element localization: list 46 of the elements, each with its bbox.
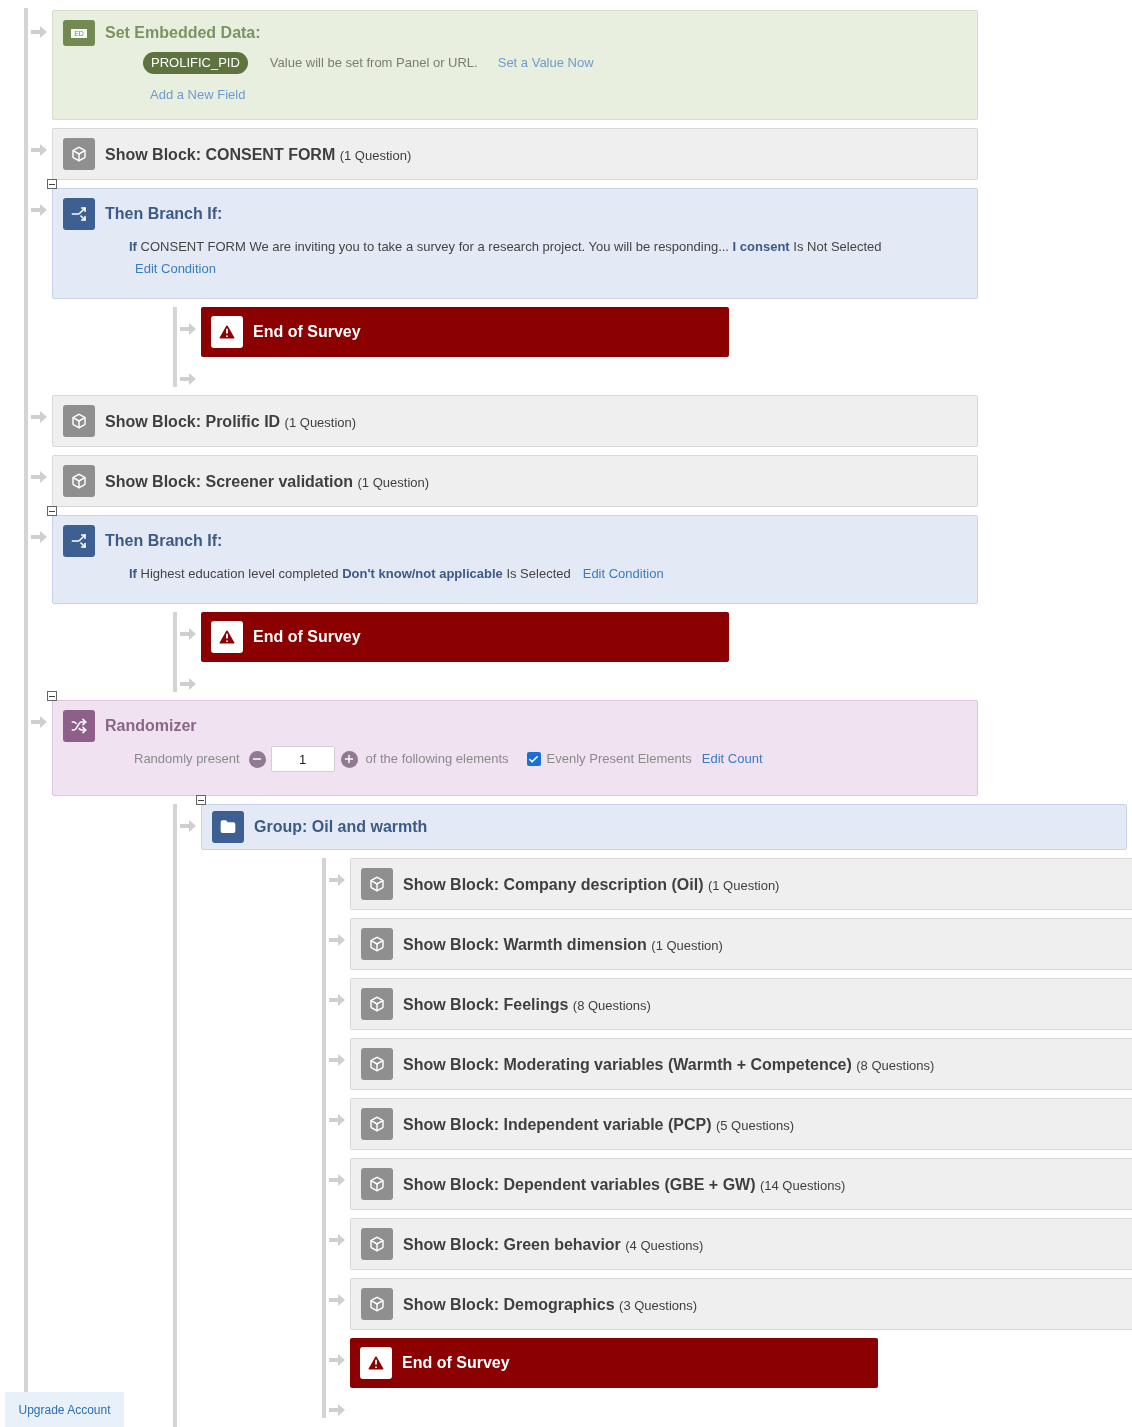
- block-card[interactable]: Show Block: Dependent variables (GBE + GW) (14 Questions): [350, 1158, 1132, 1210]
- block-title: Show Block: Independent variable (PCP) (5 Questions): [403, 1115, 794, 1135]
- block-card[interactable]: Show Block: Green behavior (4 Questions): [350, 1218, 1132, 1270]
- block-title: Show Block: Demographics (3 Questions): [403, 1295, 698, 1315]
- block-card[interactable]: Show Block: Feelings (8 Questions): [350, 978, 1132, 1030]
- block-title: Show Block: Screener validation (1 Question): [105, 472, 430, 492]
- block-card[interactable]: Show Block: Moderating variables (Warmth + Competence) (8 Questions): [350, 1038, 1132, 1090]
- branch-title: Then Branch If:: [105, 204, 223, 224]
- block-title: Show Block: Warmth dimension (1 Question): [403, 935, 723, 955]
- randomizer-label: of the following elements: [365, 750, 509, 769]
- end-of-survey-bar[interactable]: End of Survey: [201, 612, 729, 662]
- end-title: End of Survey: [253, 322, 361, 342]
- upgrade-account-button[interactable]: Upgrade Account: [5, 1392, 124, 1427]
- end-title: End of Survey: [253, 627, 361, 647]
- count-field[interactable]: 1: [270, 746, 335, 772]
- condition-text: If Highest education level completed Don't know/not applicable Is Selected: [129, 565, 571, 583]
- block-title: Show Block: CONSENT FORM (1 Question): [105, 145, 412, 165]
- block-card[interactable]: Show Block: Warmth dimension (1 Question): [350, 918, 1132, 970]
- block-title: Show Block: Dependent variables (GBE + GW) (14 Questions): [403, 1175, 846, 1195]
- randomizer-title: Randomizer: [105, 716, 197, 736]
- condition-text: If CONSENT FORM We are inviting you to take a survey for a research project. You will be responding... I consent Is Not Selected: [129, 238, 882, 256]
- block-card[interactable]: Show Block: CONSENT FORM (1 Question): [52, 128, 978, 180]
- block-title: Show Block: Company description (Oil) (1 Question): [403, 875, 780, 895]
- field-name-pill[interactable]: PROLIFIC_PID: [143, 52, 248, 74]
- edit-condition-link[interactable]: Edit Condition: [135, 260, 216, 278]
- edit-condition-link[interactable]: Edit Condition: [582, 565, 664, 583]
- randomizer-label: Randomly present: [134, 750, 240, 769]
- group-title: Group: Oil and warmth: [254, 817, 428, 837]
- block-card[interactable]: Show Block: Company description (Oil) (1 Question): [350, 858, 1132, 910]
- end-of-survey-bar[interactable]: End of Survey: [350, 1338, 878, 1388]
- block-card[interactable]: Show Block: Screener validation (1 Question): [52, 455, 978, 507]
- block-card[interactable]: Show Block: Independent variable (PCP) (5 Questions): [350, 1098, 1132, 1150]
- panel-title: Set Embedded Data:: [105, 23, 261, 43]
- block-title: Show Block: Green behavior (4 Questions): [403, 1235, 704, 1255]
- block-title: Show Block: Feelings (8 Questions): [403, 995, 651, 1015]
- evenly-label: Evenly Present Elements: [546, 750, 692, 769]
- block-card[interactable]: Show Block: Prolific ID (1 Question): [52, 395, 978, 447]
- field-note: Value will be set from Panel or URL.: [269, 54, 478, 72]
- block-card[interactable]: Show Block: Demographics (3 Questions): [350, 1278, 1132, 1330]
- end-title: End of Survey: [402, 1353, 510, 1373]
- edit-count-link[interactable]: Edit Count: [701, 749, 763, 769]
- block-title: Show Block: Moderating variables (Warmth + Competence) (8 Questions): [403, 1055, 935, 1075]
- branch-title: Then Branch If:: [105, 531, 223, 551]
- end-of-survey-bar[interactable]: End of Survey: [201, 307, 729, 357]
- block-title: Show Block: Prolific ID (1 Question): [105, 412, 357, 432]
- group-header[interactable]: Group: Oil and warmth: [201, 804, 1127, 850]
